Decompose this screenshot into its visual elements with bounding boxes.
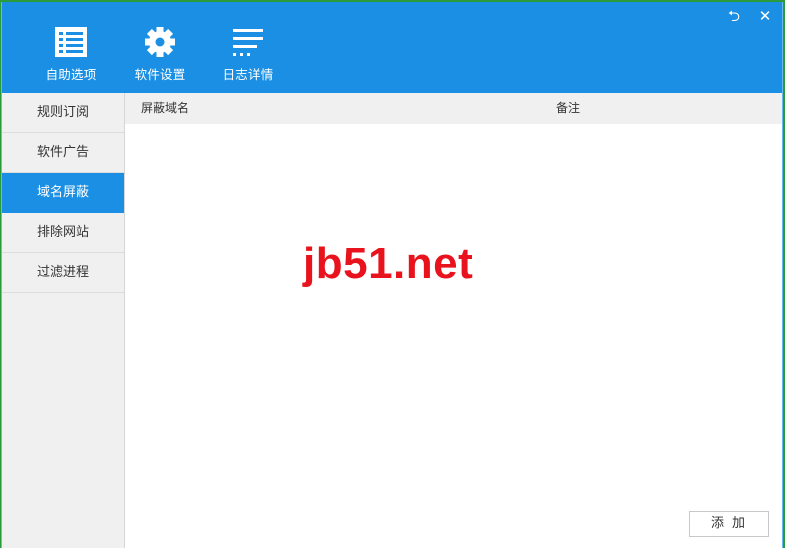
toolbar-label: 自助选项 <box>45 67 97 82</box>
toolbar-item-log[interactable]: 日志详情 <box>209 22 287 86</box>
restore-button[interactable]: ⮌ <box>724 6 744 26</box>
close-icon: ✕ <box>758 7 772 25</box>
column-header-note[interactable]: 备注 <box>556 93 580 124</box>
sidebar-item-domain-block[interactable]: 域名屏蔽 <box>2 173 124 213</box>
toolbar-label: 软件设置 <box>134 67 186 82</box>
toolbar-item-self-help[interactable]: 自助选项 <box>32 22 110 86</box>
gear-icon <box>143 26 177 62</box>
sidebar: 规则订阅 软件广告 域名屏蔽 排除网站 过滤进程 <box>2 93 125 548</box>
table-header: 屏蔽域名 备注 <box>125 93 782 124</box>
sidebar-item-software-ads[interactable]: 软件广告 <box>2 133 124 173</box>
sidebar-item-filter-process[interactable]: 过滤进程 <box>2 253 124 293</box>
watermark: jb51.net <box>303 239 474 288</box>
close-button[interactable]: ✕ <box>755 6 775 26</box>
app-window: 自助选项 软件设置 日志详情 ⮌ ✕ 规则订阅 软件广告 域名屏蔽 排除网站 过… <box>1 2 783 548</box>
main-panel: 屏蔽域名 备注 jb51.net 添加 <box>125 93 782 548</box>
checklist-icon <box>54 26 88 62</box>
sidebar-item-exclude-sites[interactable]: 排除网站 <box>2 213 124 253</box>
toolbar-item-settings[interactable]: 软件设置 <box>121 22 199 86</box>
toolbar-label: 日志详情 <box>222 67 274 82</box>
restore-icon: ⮌ <box>727 7 740 25</box>
sidebar-item-rule-subscription[interactable]: 规则订阅 <box>2 93 124 133</box>
log-lines-icon <box>231 26 265 62</box>
column-header-domain[interactable]: 屏蔽域名 <box>141 93 189 124</box>
top-toolbar: 自助选项 软件设置 日志详情 ⮌ ✕ <box>2 2 782 93</box>
add-button[interactable]: 添加 <box>689 511 769 537</box>
